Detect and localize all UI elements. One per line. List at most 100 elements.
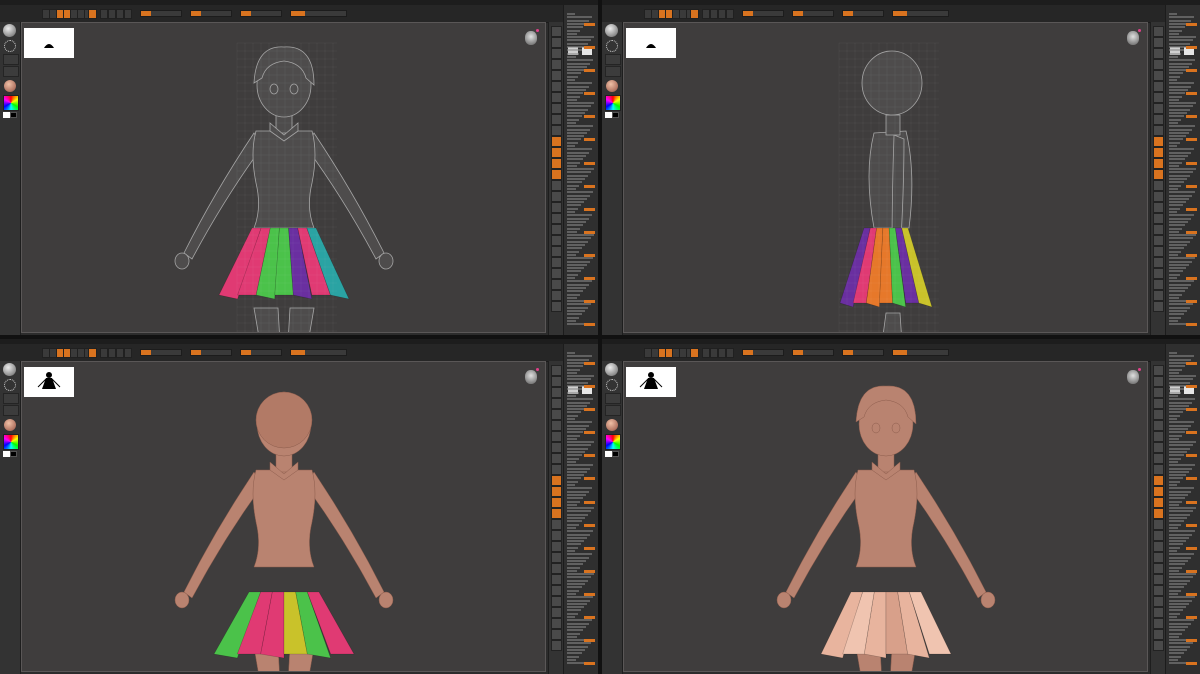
- palette-row[interactable]: [567, 128, 590, 131]
- palette-row[interactable]: [1169, 352, 1177, 354]
- palette-orange-button[interactable]: [584, 92, 595, 96]
- shelf-button[interactable]: [1153, 629, 1164, 640]
- palette-row[interactable]: [567, 39, 591, 42]
- palette-row[interactable]: [567, 306, 588, 309]
- palette-row[interactable]: [1169, 270, 1183, 273]
- palette-row[interactable]: [567, 404, 587, 407]
- toolbar-slider[interactable]: [190, 349, 232, 356]
- palette-row[interactable]: [1169, 457, 1181, 460]
- alpha-slot[interactable]: [605, 393, 621, 404]
- palette-row[interactable]: [1169, 355, 1194, 358]
- palette-row[interactable]: [1169, 263, 1189, 266]
- palette-row[interactable]: [1169, 411, 1183, 414]
- palette-row[interactable]: [1169, 194, 1192, 197]
- palette-row[interactable]: [567, 187, 576, 190]
- palette-row[interactable]: [1169, 460, 1178, 463]
- shelf-button[interactable]: [1153, 431, 1164, 442]
- shelf-button[interactable]: [551, 224, 562, 235]
- toolbar-slider[interactable]: [842, 10, 884, 17]
- palette-row[interactable]: [567, 184, 579, 187]
- palette-row[interactable]: [1169, 599, 1192, 602]
- palette-row[interactable]: [567, 477, 581, 480]
- palette-row[interactable]: [567, 579, 588, 582]
- palette-row[interactable]: [1169, 49, 1184, 52]
- toolbar-slider[interactable]: [892, 349, 949, 356]
- shelf-button[interactable]: [551, 486, 562, 497]
- shelf-button[interactable]: [551, 246, 562, 257]
- palette-row[interactable]: [1169, 520, 1184, 523]
- palette-row[interactable]: [1169, 622, 1191, 625]
- palette-row[interactable]: [567, 178, 585, 180]
- palette-row[interactable]: [1169, 642, 1193, 645]
- palette-row[interactable]: [1169, 310, 1187, 312]
- character-model[interactable]: [624, 23, 1148, 333]
- palette-row[interactable]: [567, 569, 577, 572]
- palette-row[interactable]: [567, 559, 586, 562]
- shelf-button[interactable]: [1153, 387, 1164, 398]
- palette-row[interactable]: [1169, 283, 1191, 286]
- viewport-canvas[interactable]: [623, 22, 1148, 333]
- character-model[interactable]: [22, 362, 546, 672]
- palette-row[interactable]: [1169, 470, 1189, 473]
- palette-row[interactable]: [567, 418, 575, 420]
- palette-row[interactable]: [1169, 546, 1180, 549]
- palette-row[interactable]: [567, 484, 575, 486]
- palette-row[interactable]: [567, 365, 583, 368]
- palette-row[interactable]: [1169, 286, 1188, 289]
- shelf-button[interactable]: [551, 398, 562, 409]
- toolbar-slider[interactable]: [842, 349, 884, 356]
- shelf-button[interactable]: [1153, 158, 1164, 169]
- palette-row[interactable]: [1169, 253, 1178, 256]
- palette-row[interactable]: [567, 526, 576, 529]
- shelf-button[interactable]: [551, 59, 562, 70]
- shelf-button[interactable]: [551, 81, 562, 92]
- palette-row[interactable]: [567, 263, 587, 266]
- shelf-button[interactable]: [1153, 125, 1164, 136]
- palette-row[interactable]: [1169, 523, 1181, 526]
- shelf-button[interactable]: [551, 563, 562, 574]
- texture-slot[interactable]: [605, 66, 621, 77]
- palette-orange-button[interactable]: [1186, 546, 1197, 550]
- shelf-button[interactable]: [1153, 136, 1164, 147]
- palette-row[interactable]: [1169, 141, 1180, 144]
- sphere-brush-icon[interactable]: [605, 363, 618, 376]
- palette-row[interactable]: [567, 480, 578, 483]
- palette-orange-button[interactable]: [1186, 138, 1197, 142]
- shelf-button[interactable]: [551, 290, 562, 301]
- shelf-button[interactable]: [551, 376, 562, 387]
- palette-row[interactable]: [567, 352, 575, 354]
- main-color-swatch[interactable]: [3, 451, 10, 457]
- palette-row[interactable]: [1169, 616, 1177, 618]
- sphere-brush-icon[interactable]: [3, 363, 16, 376]
- palette-orange-button[interactable]: [1186, 69, 1197, 73]
- shelf-button[interactable]: [551, 257, 562, 268]
- shelf-button[interactable]: [551, 279, 562, 290]
- palette-row[interactable]: [1169, 306, 1190, 309]
- palette-orange-button[interactable]: [584, 22, 595, 26]
- palette-row[interactable]: [1169, 583, 1187, 585]
- palette-row[interactable]: [1169, 98, 1179, 101]
- shelf-button[interactable]: [1153, 301, 1164, 312]
- shelf-button[interactable]: [551, 125, 562, 136]
- shelf-button[interactable]: [551, 158, 562, 169]
- toolbar-slider[interactable]: [140, 10, 182, 17]
- palette-row[interactable]: [1169, 635, 1179, 638]
- palette-row[interactable]: [1169, 164, 1179, 167]
- palette-row[interactable]: [567, 260, 590, 263]
- palette-row[interactable]: [1169, 381, 1190, 384]
- shelf-button[interactable]: [1153, 541, 1164, 552]
- shelf-button[interactable]: [551, 103, 562, 114]
- palette-row[interactable]: [1169, 220, 1188, 223]
- palette-row[interactable]: [1169, 576, 1193, 579]
- palette-row[interactable]: [567, 108, 588, 111]
- palette-row[interactable]: [1169, 36, 1196, 39]
- shelf-button[interactable]: [551, 114, 562, 125]
- shelf-button[interactable]: [1153, 574, 1164, 585]
- shelf-button[interactable]: [551, 365, 562, 376]
- palette-orange-button[interactable]: [584, 385, 595, 388]
- toolbar-toggle-button[interactable]: [116, 348, 124, 358]
- palette-row[interactable]: [567, 62, 590, 65]
- color-picker-icon[interactable]: [605, 434, 621, 450]
- palette-row[interactable]: [567, 194, 590, 197]
- palette-row[interactable]: [567, 355, 592, 358]
